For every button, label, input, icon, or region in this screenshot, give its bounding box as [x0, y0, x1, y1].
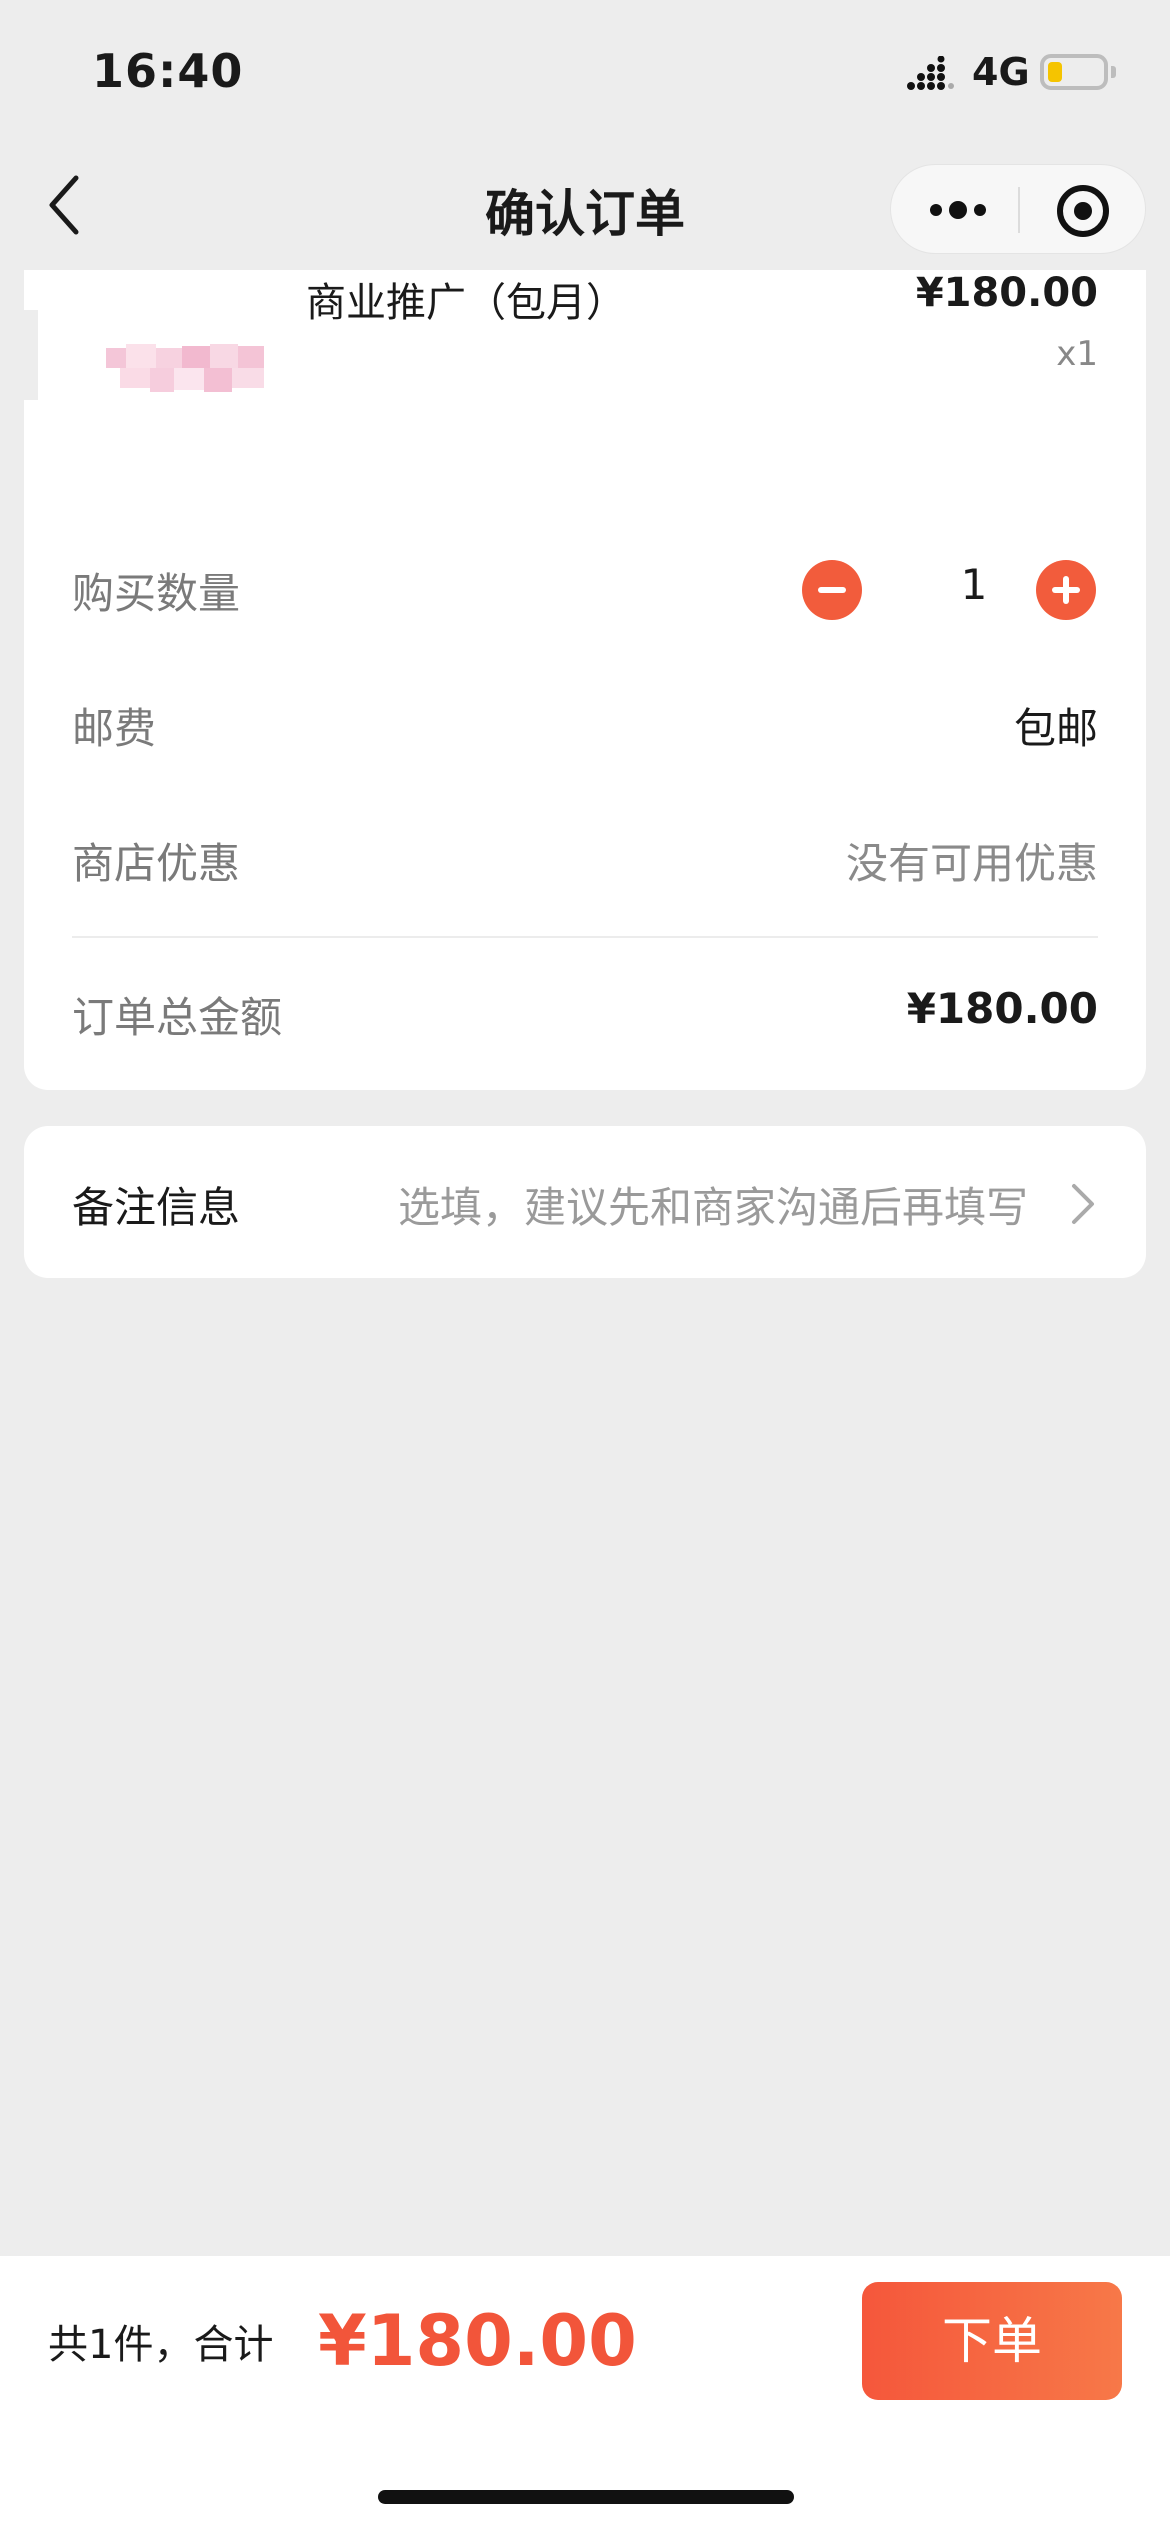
divider — [72, 936, 1098, 938]
signal-icon — [907, 56, 954, 90]
item-summary: 共1件，合计 — [48, 2322, 274, 2368]
card-notch — [22, 310, 38, 400]
product-quantity: x1 — [1056, 334, 1098, 374]
increase-quantity-button[interactable] — [1036, 560, 1096, 620]
grand-total: ¥180.00 — [318, 2300, 637, 2382]
chevron-right-icon — [1072, 1184, 1094, 1224]
discount-value[interactable]: 没有可用优惠 — [846, 830, 1098, 891]
miniprogram-capsule — [890, 164, 1146, 254]
product-price: ¥180.00 — [915, 270, 1098, 316]
checkout-bar: 共1件，合计 ¥180.00 下单 — [0, 2256, 1170, 2532]
shipping-value: 包邮 — [1013, 704, 1098, 753]
close-target-icon[interactable] — [1055, 183, 1111, 239]
quantity-label: 购买数量 — [72, 569, 241, 618]
battery-icon — [1040, 54, 1108, 90]
order-total-value: ¥180.00 — [906, 984, 1098, 1033]
remark-label: 备注信息 — [72, 1183, 241, 1232]
remark-row[interactable]: 备注信息 选填，建议先和商家沟通后再填写 — [24, 1126, 1146, 1278]
decrease-quantity-button[interactable] — [802, 560, 862, 620]
product-name: 商业推广（包月） — [306, 280, 626, 326]
discount-label: 商店优惠 — [72, 839, 241, 888]
place-order-button[interactable]: 下单 — [862, 2282, 1122, 2400]
remark-placeholder[interactable]: 选填，建议先和商家沟通后再填写 — [398, 1174, 1028, 1235]
more-icon[interactable] — [923, 185, 993, 235]
quantity-value[interactable]: 1 — [944, 560, 1004, 609]
status-bar: 16:40 4G — [0, 0, 1170, 140]
network-type: 4G — [972, 50, 1030, 94]
home-indicator — [378, 2490, 794, 2504]
order-total-label: 订单总金额 — [72, 993, 283, 1042]
nav-bar: 确认订单 — [0, 140, 1170, 270]
product-image — [106, 344, 264, 392]
capsule-divider — [1018, 187, 1020, 233]
shipping-label: 邮费 — [72, 704, 157, 753]
battery-cap — [1111, 66, 1116, 78]
order-card: 商业推广（包月） ¥180.00 x1 购买数量 1 邮费 包邮 商店优惠 没有… — [22, 270, 1146, 1090]
status-time: 16:40 — [92, 44, 244, 98]
